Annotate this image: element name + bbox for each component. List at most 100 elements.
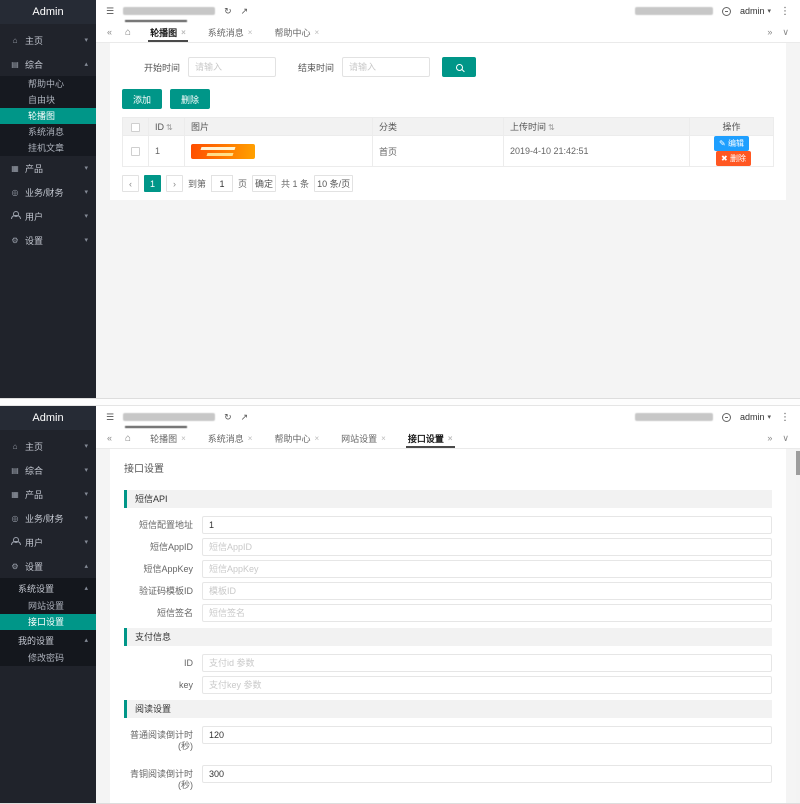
sidebar-item-home[interactable]: ⌂ 主页 ▾ [0, 434, 96, 458]
tab-help-center[interactable]: 帮助中心 × [263, 22, 330, 42]
user-menu[interactable]: admin ▾ [740, 412, 771, 422]
close-icon[interactable]: × [248, 28, 253, 37]
sidebar-item-website-settings[interactable]: 网站设置 [0, 598, 96, 614]
user-menu[interactable]: admin ▾ [740, 6, 771, 16]
more-options-icon[interactable]: ⋮ [780, 6, 790, 17]
refresh-icon[interactable]: ↻ [224, 412, 232, 423]
sidebar-item-label: 产品 [25, 488, 43, 501]
edit-button[interactable]: ✎ 编辑 [714, 136, 749, 151]
prev-page-icon[interactable]: ‹ [122, 175, 139, 192]
tabs-scroll-left-icon[interactable]: « [102, 433, 117, 443]
close-icon[interactable]: × [181, 28, 186, 37]
sidebar-item-settings[interactable]: ⚙ 设置 ▾ [0, 228, 96, 252]
row-delete-button[interactable]: ✖ 删除 [716, 151, 751, 166]
field-label: 青铜阅读倒计时 (秒) [124, 765, 202, 792]
search-icon [456, 64, 463, 71]
menu-collapse-icon[interactable]: ☰ [106, 412, 114, 423]
sidebar-group-system-settings[interactable]: 系统设置 ▴ [0, 578, 96, 598]
sidebar-item-interface-settings[interactable]: 接口设置 [0, 614, 96, 630]
scrollbar[interactable] [796, 449, 800, 803]
tab-website-settings[interactable]: 网站设置 × [330, 428, 397, 448]
per-page-select[interactable]: 10 条/页 [314, 175, 353, 192]
add-button[interactable]: 添加 [122, 89, 162, 109]
tab-system-message[interactable]: 系统消息 × [197, 22, 264, 42]
bronze-read-countdown-input[interactable] [202, 765, 772, 783]
next-page-icon[interactable]: › [166, 175, 183, 192]
sidebar-group-my-settings[interactable]: 我的设置 ▴ [0, 630, 96, 650]
col-time: 上传时间 [510, 122, 546, 132]
sidebar-item-label: 用户 [25, 536, 43, 549]
sidebar-item-carousel[interactable]: 轮播图 [0, 108, 96, 124]
select-all-checkbox[interactable] [131, 123, 140, 132]
close-icon[interactable]: × [381, 434, 386, 443]
sidebar-item-product[interactable]: ▦ 产品 ▾ [0, 156, 96, 180]
message-icon[interactable] [722, 7, 731, 16]
search-button[interactable] [442, 57, 476, 77]
close-icon[interactable]: × [314, 434, 319, 443]
tab-help-center[interactable]: 帮助中心 × [263, 428, 330, 448]
captcha-template-id-input[interactable] [202, 582, 772, 600]
close-icon[interactable]: × [448, 434, 453, 443]
share-icon[interactable]: ↗ [241, 6, 249, 17]
tab-interface-settings[interactable]: 接口设置 × [397, 428, 464, 448]
sidebar-item-business-finance[interactable]: ◎ 业务/财务 ▾ [0, 506, 96, 530]
sidebar-nav: ⌂ 主页 ▾ ▤ 综合 ▴ 帮助中心 自由块 轮播图 系统消息 挂机文章 ▦ 产… [0, 24, 96, 252]
tabs-scroll-right-icon[interactable]: » [762, 27, 777, 37]
sidebar-item-product[interactable]: ▦ 产品 ▾ [0, 482, 96, 506]
tabs-menu-icon[interactable]: ∨ [777, 433, 794, 444]
sms-config-address-input[interactable] [202, 516, 772, 534]
menu-collapse-icon[interactable]: ☰ [106, 6, 114, 17]
sidebar-item-general[interactable]: ▤ 综合 ▴ [0, 52, 96, 76]
tab-system-message[interactable]: 系统消息 × [197, 428, 264, 448]
pay-key-input[interactable] [202, 676, 772, 694]
home-tab-icon[interactable]: ⌂ [117, 433, 139, 444]
tabs-menu-icon[interactable]: ∨ [777, 27, 794, 38]
tabs-scroll-left-icon[interactable]: « [102, 27, 117, 37]
sidebar-item-home[interactable]: ⌂ 主页 ▾ [0, 28, 96, 52]
end-time-input[interactable] [342, 57, 430, 77]
normal-read-countdown-input[interactable] [202, 726, 772, 744]
tab-carousel[interactable]: 轮播图 × [139, 22, 197, 42]
row-checkbox[interactable] [131, 147, 140, 156]
sidebar-submenu: 帮助中心 自由块 轮播图 系统消息 挂机文章 [0, 76, 96, 156]
message-icon[interactable] [722, 413, 731, 422]
tabs-scroll-right-icon[interactable]: » [762, 433, 777, 443]
close-icon[interactable]: × [248, 434, 253, 443]
sidebar-item-business-finance[interactable]: ◎ 业务/财务 ▾ [0, 180, 96, 204]
chevron-down-icon: ▾ [84, 514, 88, 522]
tab-label: 轮播图 [150, 432, 177, 445]
start-time-input[interactable] [188, 57, 276, 77]
sms-appkey-input[interactable] [202, 560, 772, 578]
share-icon[interactable]: ↗ [241, 412, 249, 423]
row-id: 1 [149, 136, 185, 167]
field-label: 短信AppKey [124, 560, 202, 578]
app-title: Admin [0, 406, 96, 430]
sidebar-item-change-password[interactable]: 修改密码 [0, 650, 96, 666]
delete-button[interactable]: 删除 [170, 89, 210, 109]
sidebar-item-system-message[interactable]: 系统消息 [0, 124, 96, 140]
sidebar-item-general[interactable]: ▤ 综合 ▾ [0, 458, 96, 482]
sidebar-item-user[interactable]: 用户 ▾ [0, 530, 96, 554]
more-options-icon[interactable]: ⋮ [780, 412, 790, 423]
goto-page-input[interactable] [211, 175, 233, 192]
carousel-table: ID⇅ 图片 分类 上传时间⇅ 操作 1 首页 [122, 117, 774, 167]
tab-carousel[interactable]: 轮播图 × [139, 428, 197, 448]
sidebar-item-idle-article[interactable]: 挂机文章 [0, 140, 96, 156]
sidebar-item-settings[interactable]: ⚙ 设置 ▴ [0, 554, 96, 578]
sidebar-item-user[interactable]: 用户 ▾ [0, 204, 96, 228]
chevron-down-icon: ▾ [84, 212, 88, 220]
home-tab-icon[interactable]: ⌂ [117, 27, 139, 38]
close-icon[interactable]: × [181, 434, 186, 443]
refresh-icon[interactable]: ↻ [224, 6, 232, 17]
pay-id-input[interactable] [202, 654, 772, 672]
goto-confirm-button[interactable]: 确定 [252, 175, 276, 192]
scrollbar-thumb[interactable] [796, 451, 800, 475]
current-page[interactable]: 1 [144, 175, 161, 192]
sort-icon[interactable]: ⇅ [548, 123, 555, 132]
sidebar-item-free-block[interactable]: 自由块 [0, 92, 96, 108]
close-icon[interactable]: × [314, 28, 319, 37]
sms-appid-input[interactable] [202, 538, 772, 556]
sort-icon[interactable]: ⇅ [166, 123, 173, 132]
sidebar-item-help-center[interactable]: 帮助中心 [0, 76, 96, 92]
sms-signature-input[interactable] [202, 604, 772, 622]
